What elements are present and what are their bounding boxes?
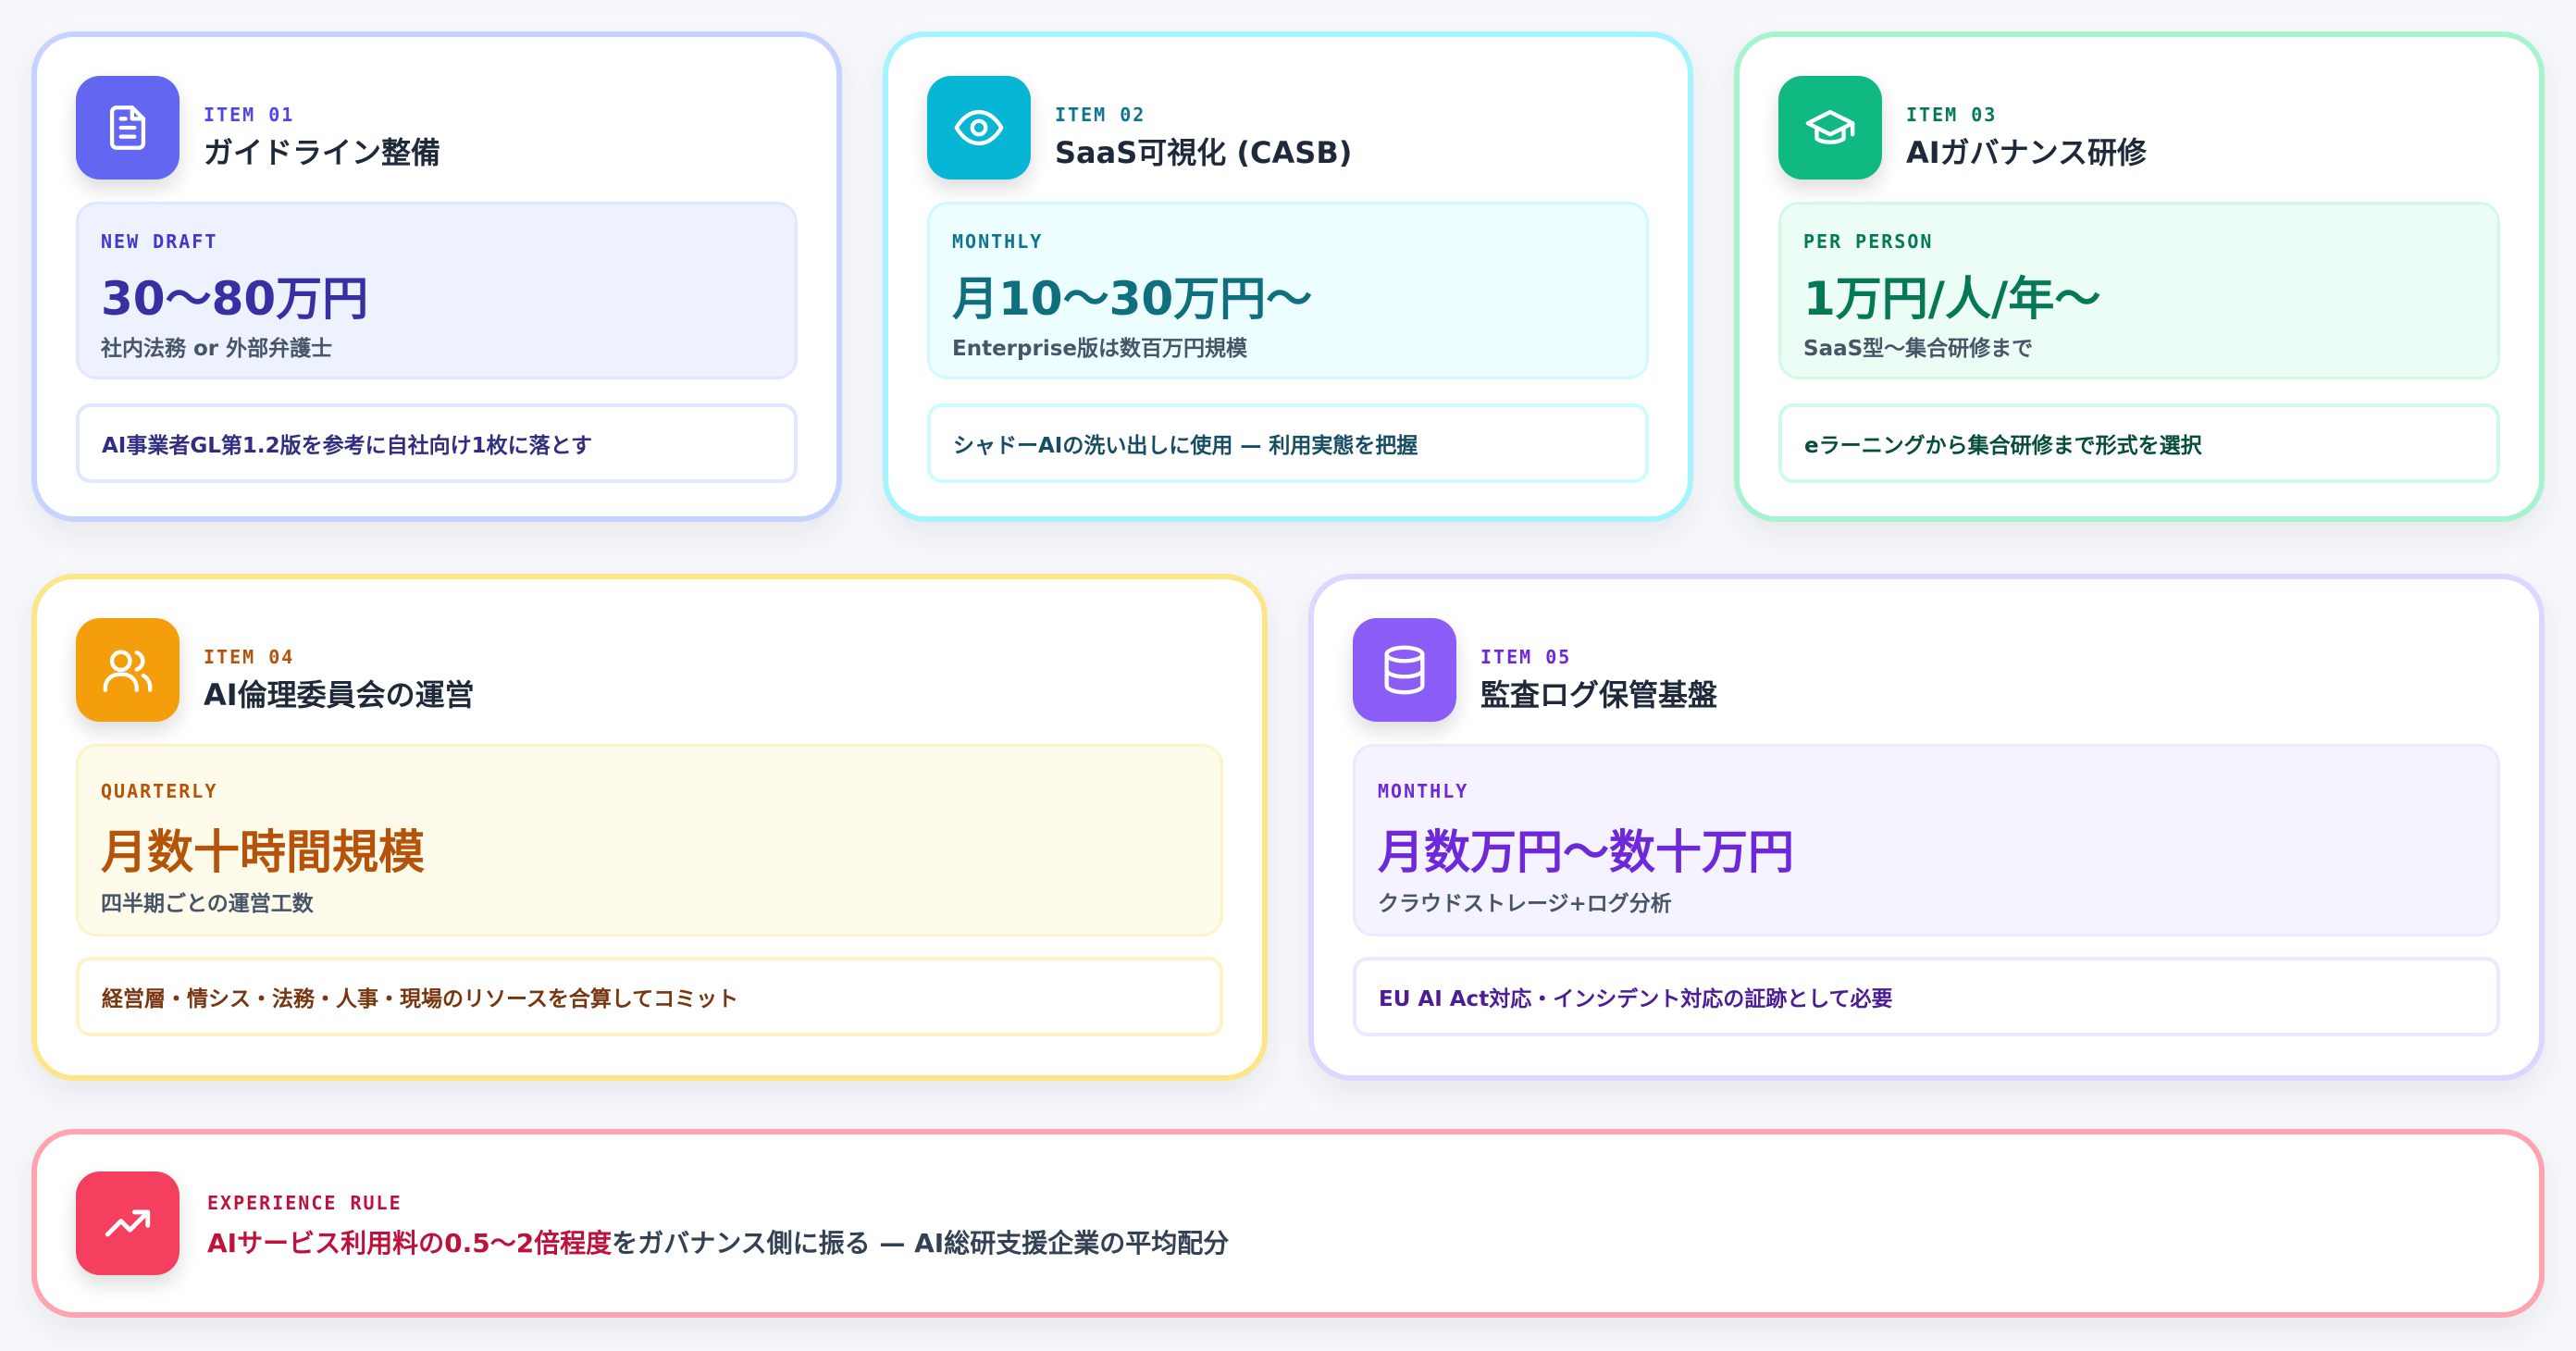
price-box: NEW DRAFT 30〜80万円 社内法務 or 外部弁護士 [76, 202, 798, 379]
price-tag: MONTHLY [952, 230, 1044, 253]
item-card-04: ITEM 04 AI倫理委員会の運営 QUARTERLY 月数十時間規模 四半期… [31, 574, 1268, 1081]
document-icon [76, 76, 180, 180]
price-box: PER PERSON 1万円/人/年〜 SaaS型〜集合研修まで [1778, 202, 2500, 379]
item-card-02: ITEM 02 SaaS可視化 (CASB) MONTHLY 月10〜30万円〜… [883, 31, 1693, 522]
price-subtext: Enterprise版は数百万円規模 [952, 337, 1248, 361]
item-card-05: ITEM 05 監査ログ保管基盤 MONTHLY 月数万円〜数十万円 クラウドス… [1308, 574, 2545, 1081]
item-card-01: ITEM 01 ガイドライン整備 NEW DRAFT 30〜80万円 社内法務 … [31, 31, 842, 522]
price-subtext: 社内法務 or 外部弁護士 [101, 337, 333, 361]
note-box: 経営層・情シス・法務・人事・現場のリソースを合算してコミット [76, 957, 1223, 1036]
note-box: EU AI Act対応・インシデント対応の証跡として必要 [1353, 957, 2500, 1036]
price-subtext: クラウドストレージ+ログ分析 [1378, 892, 1672, 916]
item-label: ITEM 02 [1055, 104, 1146, 126]
rule-text: AIサービス利用料の0.5〜2倍程度をガバナンス側に振る — AI総研支援企業の… [207, 1223, 1229, 1260]
item-title: SaaS可視化 (CASB) [1055, 135, 1353, 170]
eye-icon [927, 76, 1031, 180]
item-label: ITEM 05 [1480, 646, 1572, 668]
price-box: MONTHLY 月10〜30万円〜 Enterprise版は数百万円規模 [927, 202, 1649, 379]
experience-rule-card: EXPERIENCE RULE AIサービス利用料の0.5〜2倍程度をガバナンス… [31, 1129, 2545, 1318]
item-label: ITEM 03 [1906, 104, 1998, 126]
note-box: eラーニングから集合研修まで形式を選択 [1778, 403, 2500, 483]
price-tag: QUARTERLY [101, 780, 218, 802]
price-box: MONTHLY 月数万円〜数十万円 クラウドストレージ+ログ分析 [1353, 744, 2500, 936]
item-title: ガイドライン整備 [204, 135, 441, 170]
rule-tag: EXPERIENCE RULE [207, 1192, 402, 1214]
item-label: ITEM 01 [204, 104, 295, 126]
price-value: 月数十時間規模 [101, 825, 425, 879]
item-title: AI倫理委員会の運営 [204, 677, 475, 713]
item-title: 監査ログ保管基盤 [1480, 677, 1718, 713]
item-label: ITEM 04 [204, 646, 295, 668]
price-value: 30〜80万円 [101, 272, 369, 326]
graduation-cap-icon [1778, 76, 1882, 180]
price-tag: NEW DRAFT [101, 230, 218, 253]
item-title: AIガバナンス研修 [1906, 135, 2148, 170]
price-subtext: 四半期ごとの運営工数 [101, 892, 314, 916]
price-value: 月数万円〜数十万円 [1378, 825, 1794, 879]
rule-highlight: AIサービス利用料の0.5〜2倍程度 [207, 1228, 613, 1258]
price-tag: PER PERSON [1803, 230, 1934, 253]
item-card-03: ITEM 03 AIガバナンス研修 PER PERSON 1万円/人/年〜 Sa… [1734, 31, 2545, 522]
price-value: 月10〜30万円〜 [952, 272, 1313, 326]
trending-up-icon [76, 1171, 180, 1275]
price-tag: MONTHLY [1378, 780, 1469, 802]
rule-rest: をガバナンス側に振る — AI総研支援企業の平均配分 [612, 1228, 1230, 1258]
price-subtext: SaaS型〜集合研修まで [1803, 337, 2034, 361]
price-box: QUARTERLY 月数十時間規模 四半期ごとの運営工数 [76, 744, 1223, 936]
users-icon [76, 618, 180, 722]
note-box: AI事業者GL第1.2版を参考に自社向け1枚に落とす [76, 403, 798, 483]
note-box: シャドーAIの洗い出しに使用 — 利用実態を把握 [927, 403, 1649, 483]
database-icon [1353, 618, 1456, 722]
price-value: 1万円/人/年〜 [1803, 272, 2101, 326]
